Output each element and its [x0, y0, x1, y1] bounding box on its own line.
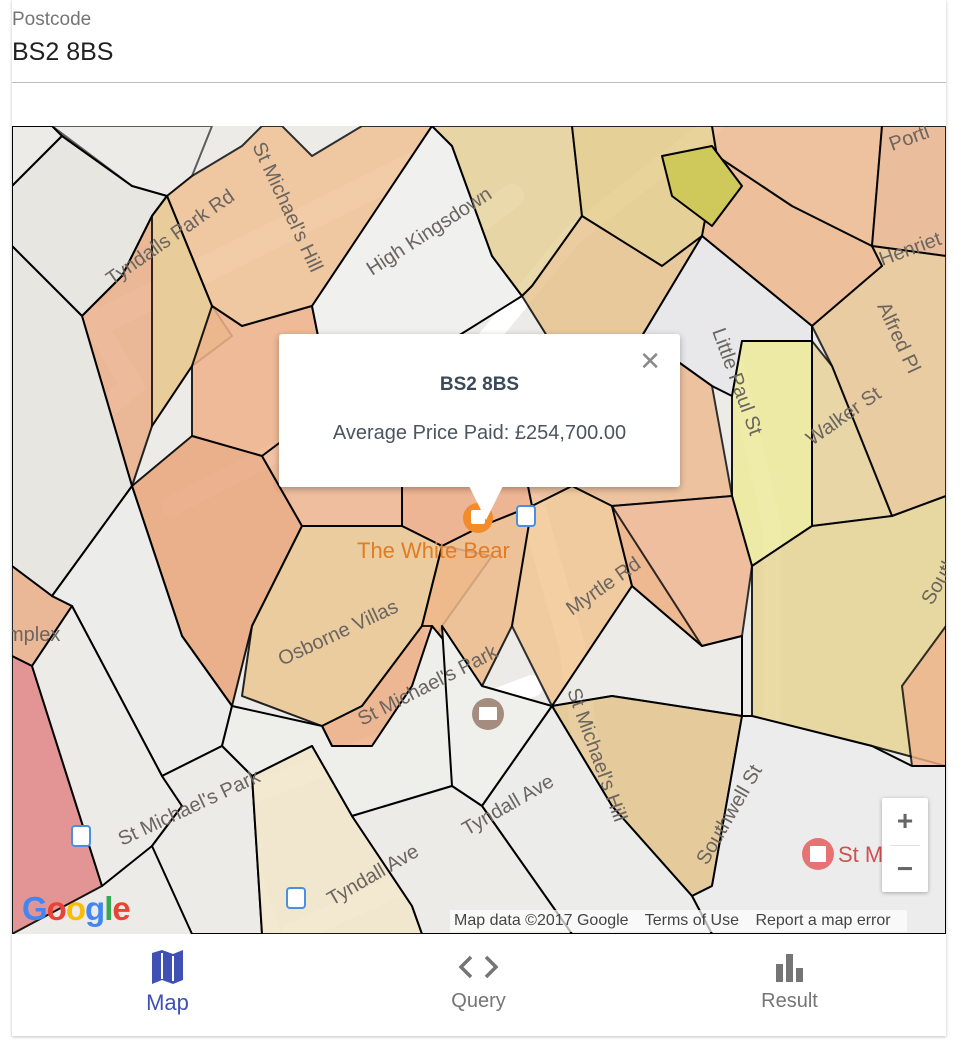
nav-label-map: Map — [146, 990, 189, 1015]
postcode-input[interactable] — [12, 38, 942, 67]
bus-stop-icon — [516, 505, 536, 527]
nav-item-map[interactable]: Map — [12, 934, 323, 1036]
bottom-navigation: Map Query Result — [12, 934, 946, 1036]
map-icon — [152, 950, 183, 984]
bar-chart-icon — [776, 954, 803, 982]
popup-price-text: Average Price Paid: £254,700.00 — [332, 422, 627, 444]
library-icon — [472, 698, 504, 730]
zoom-in-button[interactable]: + — [882, 798, 928, 844]
nav-item-query[interactable]: Query — [323, 934, 634, 1036]
close-icon[interactable]: ✕ — [639, 348, 661, 374]
postcode-underline — [12, 82, 946, 83]
nav-label-query: Query — [451, 990, 506, 1012]
bus-stop-icon-3 — [286, 887, 306, 909]
poi-label[interactable]: The White Bear — [357, 538, 510, 563]
street-label: mplex — [12, 624, 60, 646]
hospital-icon — [802, 838, 834, 870]
report-error-link[interactable]: Report a map error — [755, 912, 890, 929]
info-popup: ✕ BS2 8BS Average Price Paid: £254,700.0… — [279, 334, 680, 520]
zoom-control: + − — [882, 798, 928, 892]
map-data-text: Map data ©2017 Google — [454, 912, 629, 929]
nav-label-result: Result — [761, 990, 818, 1012]
map-canvas: Tyndalls Park Rd St Michael's Hill High … — [12, 126, 946, 934]
popup-tail — [469, 486, 503, 520]
postcode-label: Postcode — [12, 9, 92, 30]
map-attribution: Map data ©2017 Google Terms of Use Repor… — [450, 910, 907, 932]
code-icon — [458, 955, 499, 979]
google-logo: Google — [22, 890, 131, 927]
popup-title: BS2 8BS — [439, 374, 520, 395]
postcode-field: Postcode — [12, 0, 946, 84]
hospital-label: St M — [838, 842, 883, 867]
nav-item-result[interactable]: Result — [634, 934, 945, 1036]
terms-link[interactable]: Terms of Use — [645, 912, 739, 929]
zoom-out-button[interactable]: − — [882, 846, 928, 892]
bus-stop-icon-2 — [71, 825, 91, 847]
map-view[interactable]: Tyndalls Park Rd St Michael's Hill High … — [12, 126, 946, 934]
